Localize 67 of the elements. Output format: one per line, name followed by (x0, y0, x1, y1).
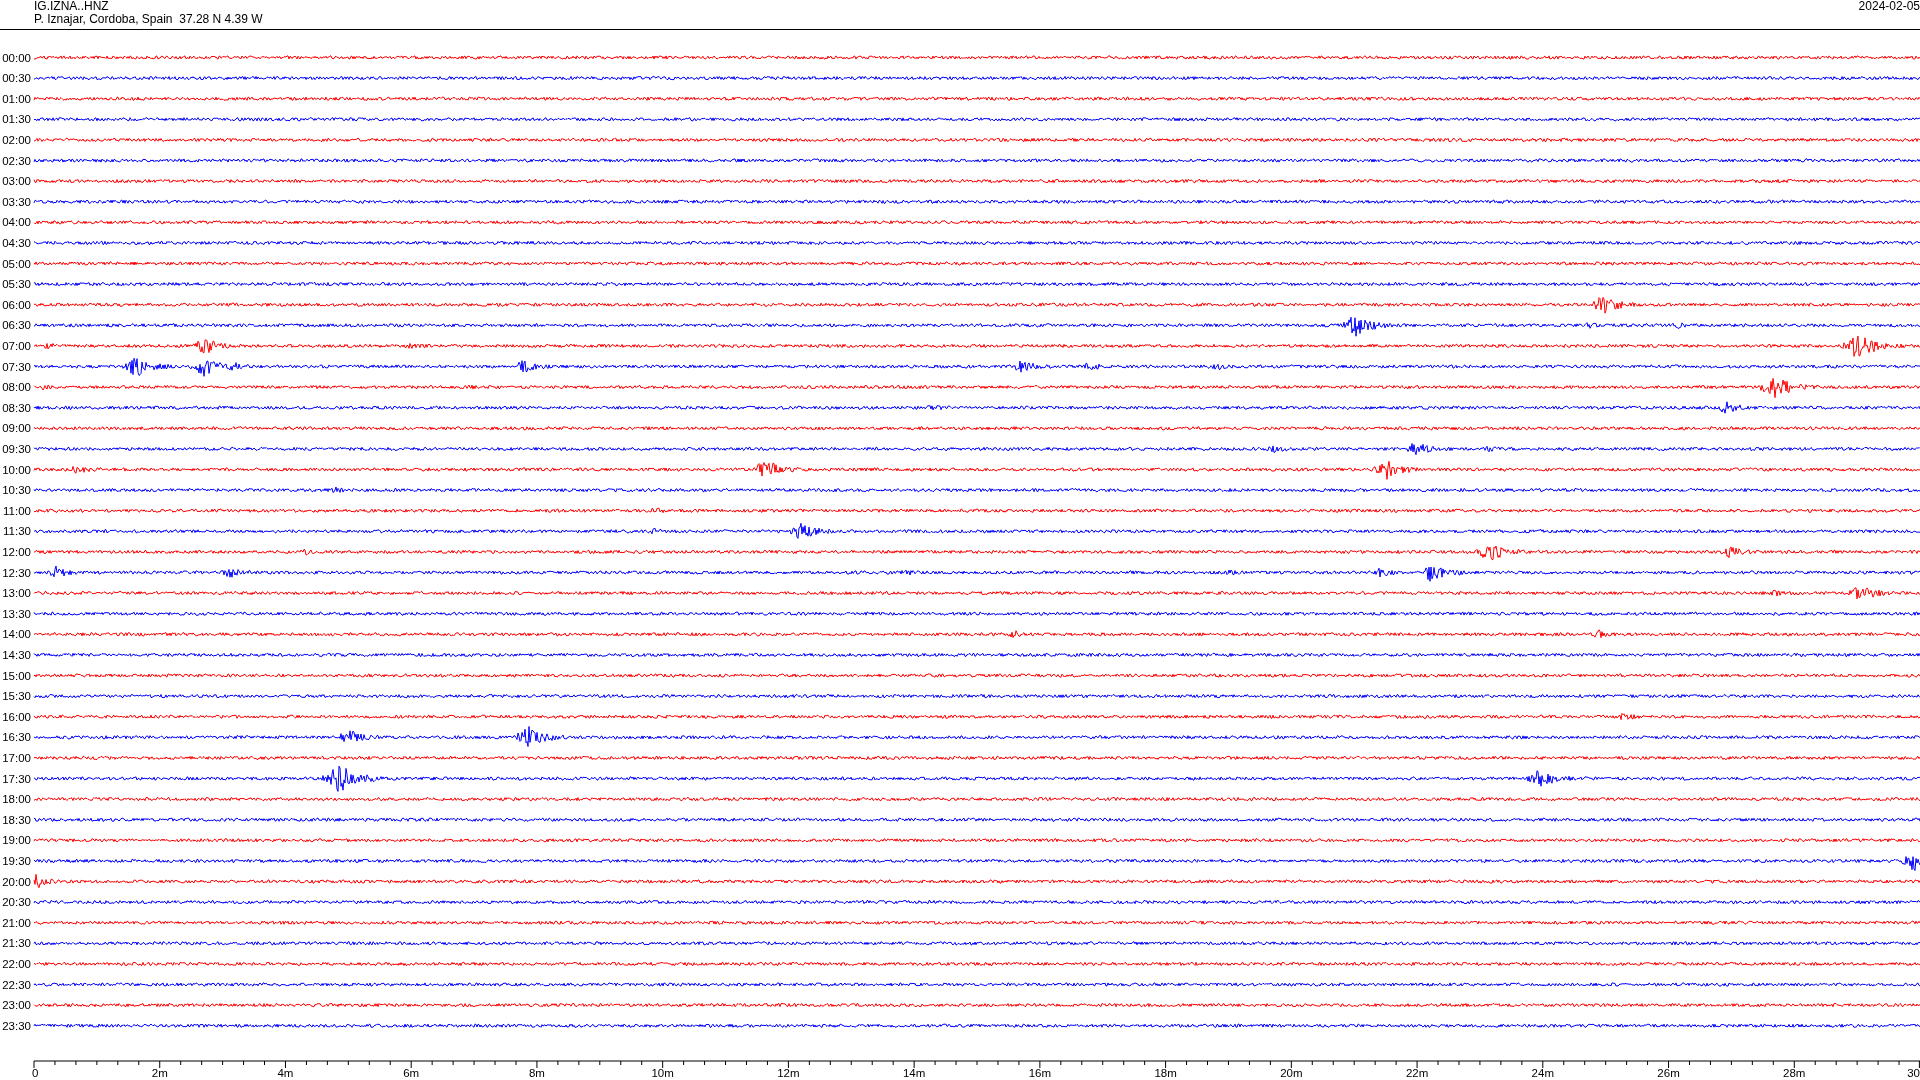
axis-tick-label: 2m (151, 1067, 168, 1079)
time-label: 20:00 (2, 875, 31, 888)
time-label: 21:30 (2, 937, 31, 950)
time-label: 22:30 (2, 978, 31, 991)
time-label: 12:30 (2, 566, 31, 579)
time-label: 11:00 (3, 504, 31, 517)
axis-tick-label: 22m (1405, 1067, 1429, 1079)
time-label: 09:00 (2, 422, 31, 435)
time-label: 10:30 (2, 484, 31, 497)
axis-tick-label: 12m (777, 1067, 800, 1079)
time-label: 00:00 (2, 51, 31, 64)
axis-tick-label: 30 (1907, 1067, 1920, 1079)
date-label: 2024-02-05 (1858, 0, 1920, 13)
time-label: 10:00 (2, 463, 31, 476)
time-label: 11:30 (3, 525, 31, 538)
time-label: 15:00 (2, 669, 31, 682)
time-label: 09:30 (2, 442, 31, 455)
time-label: 07:30 (2, 360, 31, 373)
axis-tick-label: 6m (403, 1067, 420, 1079)
axis-tick-label: 28m (1783, 1067, 1806, 1079)
time-label: 23:00 (2, 999, 31, 1012)
axis-tick-label: 10m (651, 1067, 674, 1079)
time-label: 07:00 (2, 339, 31, 352)
time-label: 02:00 (2, 133, 31, 146)
time-label: 17:30 (2, 772, 31, 785)
time-label: 14:00 (2, 628, 31, 641)
time-label: 19:00 (2, 834, 31, 847)
time-label: 00:30 (2, 72, 31, 85)
time-label: 19:30 (2, 854, 31, 867)
axis-tick-label: 26m (1657, 1067, 1680, 1079)
time-label: 23:30 (2, 1019, 31, 1032)
time-label: 05:00 (2, 257, 31, 270)
time-label: 13:30 (2, 607, 31, 620)
time-label: 08:30 (2, 401, 31, 414)
time-label: 06:00 (2, 298, 31, 311)
time-label: 04:30 (2, 236, 31, 249)
time-label: 08:00 (2, 381, 31, 394)
axis-tick-label: 4m (277, 1067, 294, 1079)
station-location: P. Iznajar, Cordoba, Spain 37.28 N 4.39 W (34, 13, 263, 26)
time-label: 04:00 (2, 216, 31, 229)
time-label: 03:30 (2, 195, 31, 208)
time-label: 15:30 (2, 690, 31, 703)
station-code: IG.IZNA..HNZ (34, 0, 109, 13)
time-label: 16:30 (2, 731, 31, 744)
time-label: 20:30 (2, 896, 31, 909)
axis-tick-label: 24m (1531, 1067, 1554, 1079)
time-label: 13:00 (2, 587, 31, 600)
axis-tick-label: 18m (1154, 1067, 1177, 1079)
axis-tick-label: 16m (1028, 1067, 1052, 1079)
axis-tick-label: 8m (528, 1067, 545, 1079)
time-label: 05:30 (2, 278, 31, 291)
time-label: 14:30 (2, 648, 31, 661)
time-label: 01:30 (2, 113, 31, 126)
time-label: 22:00 (2, 957, 31, 970)
axis-tick-label: 0 (32, 1067, 39, 1079)
time-label: 17:00 (2, 751, 31, 764)
axis-tick-label: 14m (902, 1067, 926, 1079)
time-label: 16:00 (2, 710, 31, 723)
axis-tick-label: 20m (1280, 1067, 1303, 1079)
time-label: 01:00 (2, 92, 31, 105)
time-label: 21:00 (2, 916, 31, 929)
time-label: 18:00 (2, 793, 31, 806)
time-label: 03:00 (2, 175, 31, 188)
time-label: 18:30 (2, 813, 31, 826)
time-label: 06:30 (2, 319, 31, 332)
time-label: 12:00 (2, 545, 31, 558)
time-label: 02:30 (2, 154, 31, 167)
